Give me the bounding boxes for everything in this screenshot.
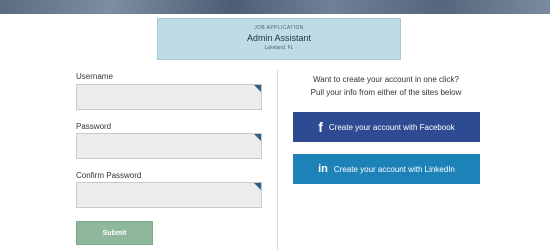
linkedin-signup-label: Create your account with LinkedIn	[333, 164, 455, 174]
social-prompt: Want to create your account in one click…	[283, 73, 489, 99]
page: JOB APPLICATION Admin Assistant Lakeland…	[0, 0, 550, 250]
field-corner-marker-icon	[254, 134, 261, 141]
job-card: JOB APPLICATION Admin Assistant Lakeland…	[157, 18, 401, 60]
confirm-password-field[interactable]	[76, 182, 262, 208]
username-label: Username	[76, 72, 113, 81]
job-location: Lakeland, FL	[264, 45, 294, 51]
column-divider	[277, 70, 278, 250]
facebook-signup-button[interactable]: f Create your account with Facebook	[293, 112, 480, 142]
header-banner-image	[0, 0, 550, 14]
facebook-signup-label: Create your account with Facebook	[328, 122, 455, 132]
password-label: Password	[76, 122, 112, 131]
job-title: Admin Assistant	[246, 33, 312, 43]
field-corner-marker-icon	[254, 183, 261, 190]
confirm-password-label: Confirm Password	[76, 171, 142, 180]
linkedin-signup-button[interactable]: in Create your account with LinkedIn	[293, 154, 480, 184]
password-field[interactable]	[76, 133, 262, 159]
social-prompt-line-1: Want to create your account in one click…	[313, 75, 459, 84]
job-kicker: JOB APPLICATION	[254, 25, 304, 31]
linkedin-icon: in	[318, 162, 328, 175]
submit-button[interactable]: Submit	[76, 221, 153, 245]
username-field[interactable]	[76, 84, 262, 110]
social-prompt-line-2: Pull your info from either of the sites …	[310, 88, 462, 97]
facebook-icon: f	[318, 119, 323, 135]
field-corner-marker-icon	[254, 85, 261, 92]
